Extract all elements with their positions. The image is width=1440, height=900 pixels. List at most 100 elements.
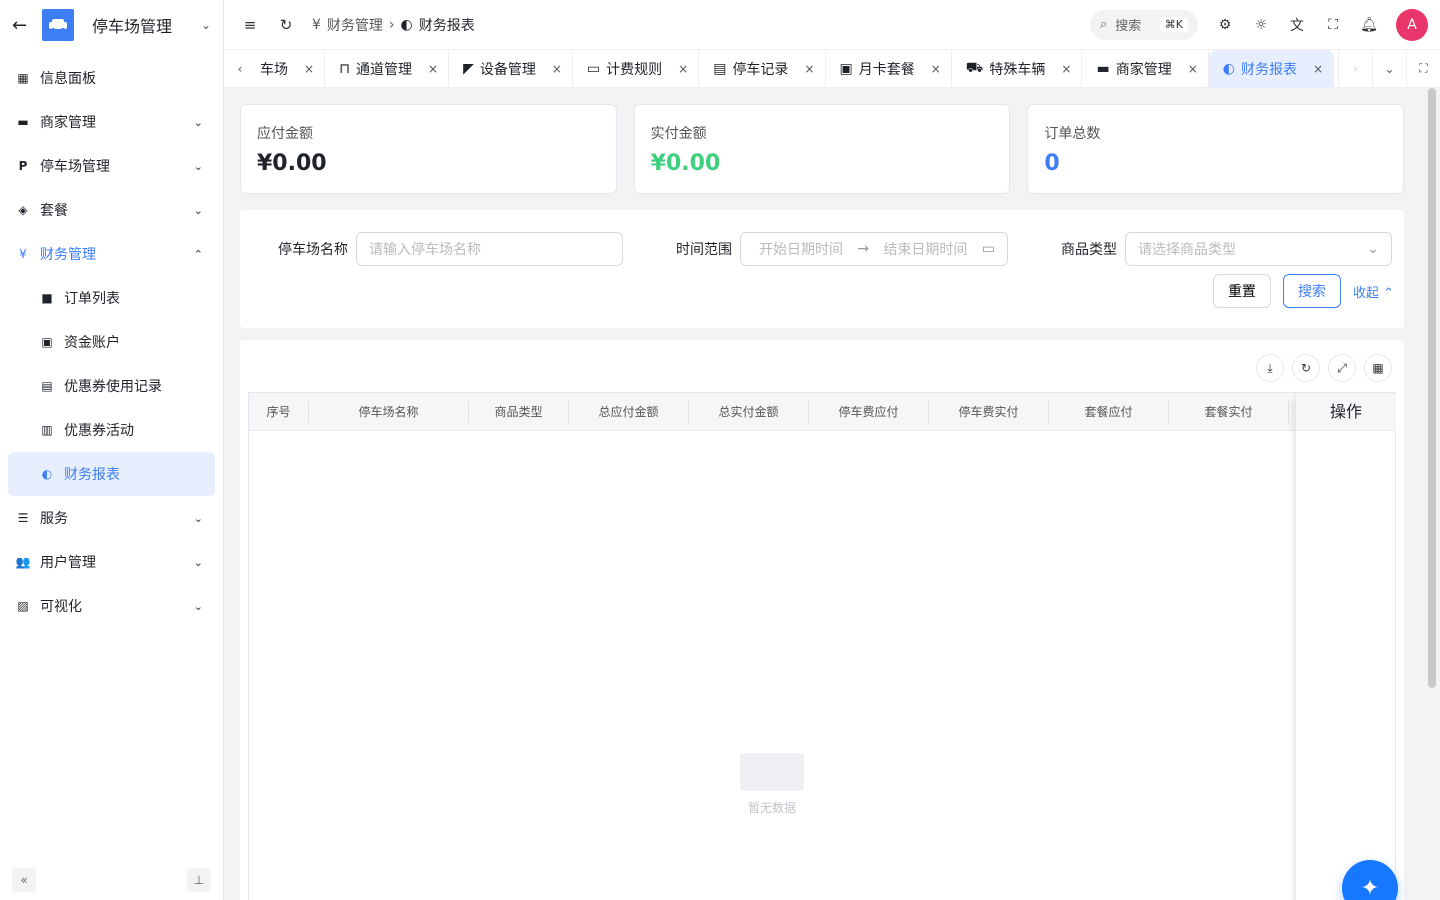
table-toolbar: ⤓ ↻ ⤢ ▦ [1256, 354, 1392, 382]
close-icon[interactable]: × [1061, 62, 1071, 76]
sidebar-item-label: 商家管理 [40, 115, 96, 131]
translate-icon[interactable]: 文 [1288, 16, 1306, 34]
stat-card-payable: 应付金额 ¥0.00 [240, 104, 617, 194]
fullscreen-icon[interactable]: ⛶ [1324, 16, 1342, 34]
start-date-placeholder: 开始日期时间 [759, 242, 843, 258]
refresh-icon[interactable]: ↻ [1292, 354, 1320, 382]
sidebar-item-finance[interactable]: ¥ 财务管理 ⌃ [0, 232, 223, 276]
tab-bar: ‹ 车场 × ⊓ 通道管理 × ◤ 设备管理 × ▭ 计费规则 × ▤ 停车记录 × ▣ 月卡套餐 ×… [224, 49, 1440, 88]
users-icon: 👥 [15, 555, 31, 569]
product-type-select[interactable]: 请选择商品类型 ⌄ [1125, 232, 1392, 266]
download-icon[interactable]: ⤓ [1256, 354, 1284, 382]
date-range-picker[interactable]: 开始日期时间 → 结束日期时间 ▭ [740, 232, 1008, 266]
menu-toggle-icon[interactable]: ≡ [240, 16, 260, 34]
wallet-icon: ▣ [41, 335, 53, 349]
stat-title: 实付金额 [650, 126, 707, 142]
gear-icon[interactable]: ⚙ [1216, 16, 1234, 34]
chevron-right-icon[interactable]: › [1338, 49, 1372, 88]
close-icon[interactable]: × [678, 62, 688, 76]
close-icon[interactable]: × [428, 62, 438, 76]
empty-state: 暂无数据 [249, 753, 1295, 816]
sidebar-footer: « ⊥ [12, 868, 211, 892]
collapse-label: 收起 [1352, 285, 1379, 301]
back-arrow-icon[interactable]: ← [12, 15, 28, 36]
header-actions: ⌕ 搜索 ⌘K ⚙ ☼ 文 ⛶ 🔔︎ A [1090, 8, 1428, 41]
column-header[interactable]: 停车场名称 [309, 400, 469, 423]
yen-icon: ¥ [19, 247, 27, 261]
calendar-icon: ▭ [981, 241, 995, 257]
close-icon[interactable]: × [931, 62, 941, 76]
parking-name-input[interactable]: 请输入停车场名称 [356, 232, 623, 266]
pin-icon[interactable]: ⊥ [187, 868, 211, 892]
chevron-down-icon: ⌄ [1367, 241, 1379, 257]
reset-button[interactable]: 重置 [1212, 274, 1271, 308]
chevron-down-icon[interactable]: ⌄ [201, 18, 211, 32]
close-icon[interactable]: × [1313, 62, 1323, 76]
tab-merchant[interactable]: ▬ 商家管理 × [1082, 49, 1209, 88]
column-header[interactable]: 停车费应付 [809, 400, 929, 423]
close-icon[interactable]: × [804, 62, 814, 76]
coupon-activity-icon: ▥ [41, 423, 53, 437]
tab-finance-report[interactable]: ◐ 财务报表 × [1208, 49, 1335, 88]
close-icon[interactable]: × [1188, 62, 1198, 76]
bell-icon[interactable]: 🔔︎ [1360, 16, 1378, 34]
filter-form: 停车场名称 请输入停车场名称 时间范围 开始日期时间 → 结束日期时间 ▭ 商品… [240, 210, 1404, 328]
expand-icon[interactable]: ⤢ [1328, 354, 1356, 382]
tab-parking[interactable]: 车场 × [256, 49, 326, 88]
stat-value: ¥0.00 [257, 151, 327, 176]
collapse-sidebar-icon[interactable]: « [12, 868, 36, 892]
tab-label: 停车记录 [732, 61, 789, 78]
tab-device[interactable]: ◤ 设备管理 × [449, 49, 573, 88]
chevron-down-icon: ⌄ [193, 159, 203, 173]
sidebar-item-coupon-records[interactable]: ▤ 优惠券使用记录 [0, 364, 223, 408]
global-search[interactable]: ⌕ 搜索 ⌘K [1090, 9, 1198, 40]
empty-inbox-icon [740, 753, 804, 791]
sidebar-item-merchant[interactable]: ▬ 商家管理 ⌄ [0, 100, 223, 144]
column-header[interactable]: 商品类型 [469, 400, 569, 423]
scrollbar[interactable] [1428, 88, 1436, 688]
maximize-icon[interactable]: ⛶ [1406, 49, 1440, 88]
collapse-link[interactable]: 收起 ⌃ [1353, 282, 1394, 301]
sidebar-item-orders[interactable]: ■ 订单列表 [0, 276, 223, 320]
parking-name-label: 停车场名称 [278, 242, 348, 258]
sidebar-item-visualization[interactable]: ▨ 可视化 ⌄ [0, 584, 223, 628]
search-button[interactable]: 搜索 [1282, 274, 1341, 308]
sidebar-item-service[interactable]: ☰ 服务 ⌄ [0, 496, 223, 540]
sidebar-item-package[interactable]: ◈ 套餐 ⌄ [0, 188, 223, 232]
column-header[interactable]: 套餐应付 [1049, 400, 1169, 423]
tab-billing[interactable]: ▭ 计费规则 × [573, 49, 700, 88]
sidebar-item-label: 信息面板 [40, 71, 96, 87]
sidebar-item-label: 优惠券活动 [64, 423, 134, 439]
avatar[interactable]: A [1396, 8, 1428, 41]
stat-title: 应付金额 [257, 126, 313, 142]
chevron-down-icon: ⌄ [193, 115, 203, 129]
refresh-icon[interactable]: ↻ [276, 16, 296, 34]
tab-channel[interactable]: ⊓ 通道管理 × [325, 49, 450, 88]
sidebar-item-coupon-activity[interactable]: ▥ 优惠券活动 [0, 408, 223, 452]
car-logo-icon [42, 9, 74, 41]
column-header[interactable]: 套餐实付 [1169, 400, 1289, 423]
close-icon[interactable]: × [552, 62, 562, 76]
column-header[interactable]: 总应付金额 [569, 400, 689, 423]
sidebar-item-users[interactable]: 👥 用户管理 ⌄ [0, 540, 223, 584]
placeholder: 请输入停车场名称 [369, 242, 481, 258]
column-header[interactable]: 序号 [249, 400, 309, 423]
column-header[interactable]: 总实付金额 [689, 400, 809, 423]
sidebar-item-parking[interactable]: P 停车场管理 ⌄ [0, 144, 223, 188]
sidebar-item-dashboard[interactable]: ▦ 信息面板 [0, 56, 223, 100]
sidebar-item-wallet[interactable]: ▣ 资金账户 [0, 320, 223, 364]
chevron-down-icon[interactable]: ⌄ [1372, 49, 1406, 88]
column-header[interactable]: 停车费实付 [929, 400, 1049, 423]
sun-icon[interactable]: ☼ [1252, 16, 1270, 34]
tab-monthly[interactable]: ▣ 月卡套餐 × [826, 49, 952, 88]
tab-special-vehicle[interactable]: ⛟ 特殊车辆 × [952, 49, 1083, 88]
close-icon[interactable]: × [304, 62, 314, 76]
column-header-action: 操作 [1296, 393, 1396, 431]
tab-parking-records[interactable]: ▤ 停车记录 × [699, 49, 826, 88]
sidebar-item-finance-report[interactable]: ◐ 财务报表 [8, 452, 215, 496]
empty-text: 暂无数据 [747, 801, 796, 815]
breadcrumb-parent[interactable]: 财务管理 [327, 15, 383, 35]
columns-icon[interactable]: ▦ [1364, 354, 1392, 382]
chevron-left-icon[interactable]: ‹ [224, 50, 256, 88]
dashboard-icon: ▦ [17, 71, 29, 85]
